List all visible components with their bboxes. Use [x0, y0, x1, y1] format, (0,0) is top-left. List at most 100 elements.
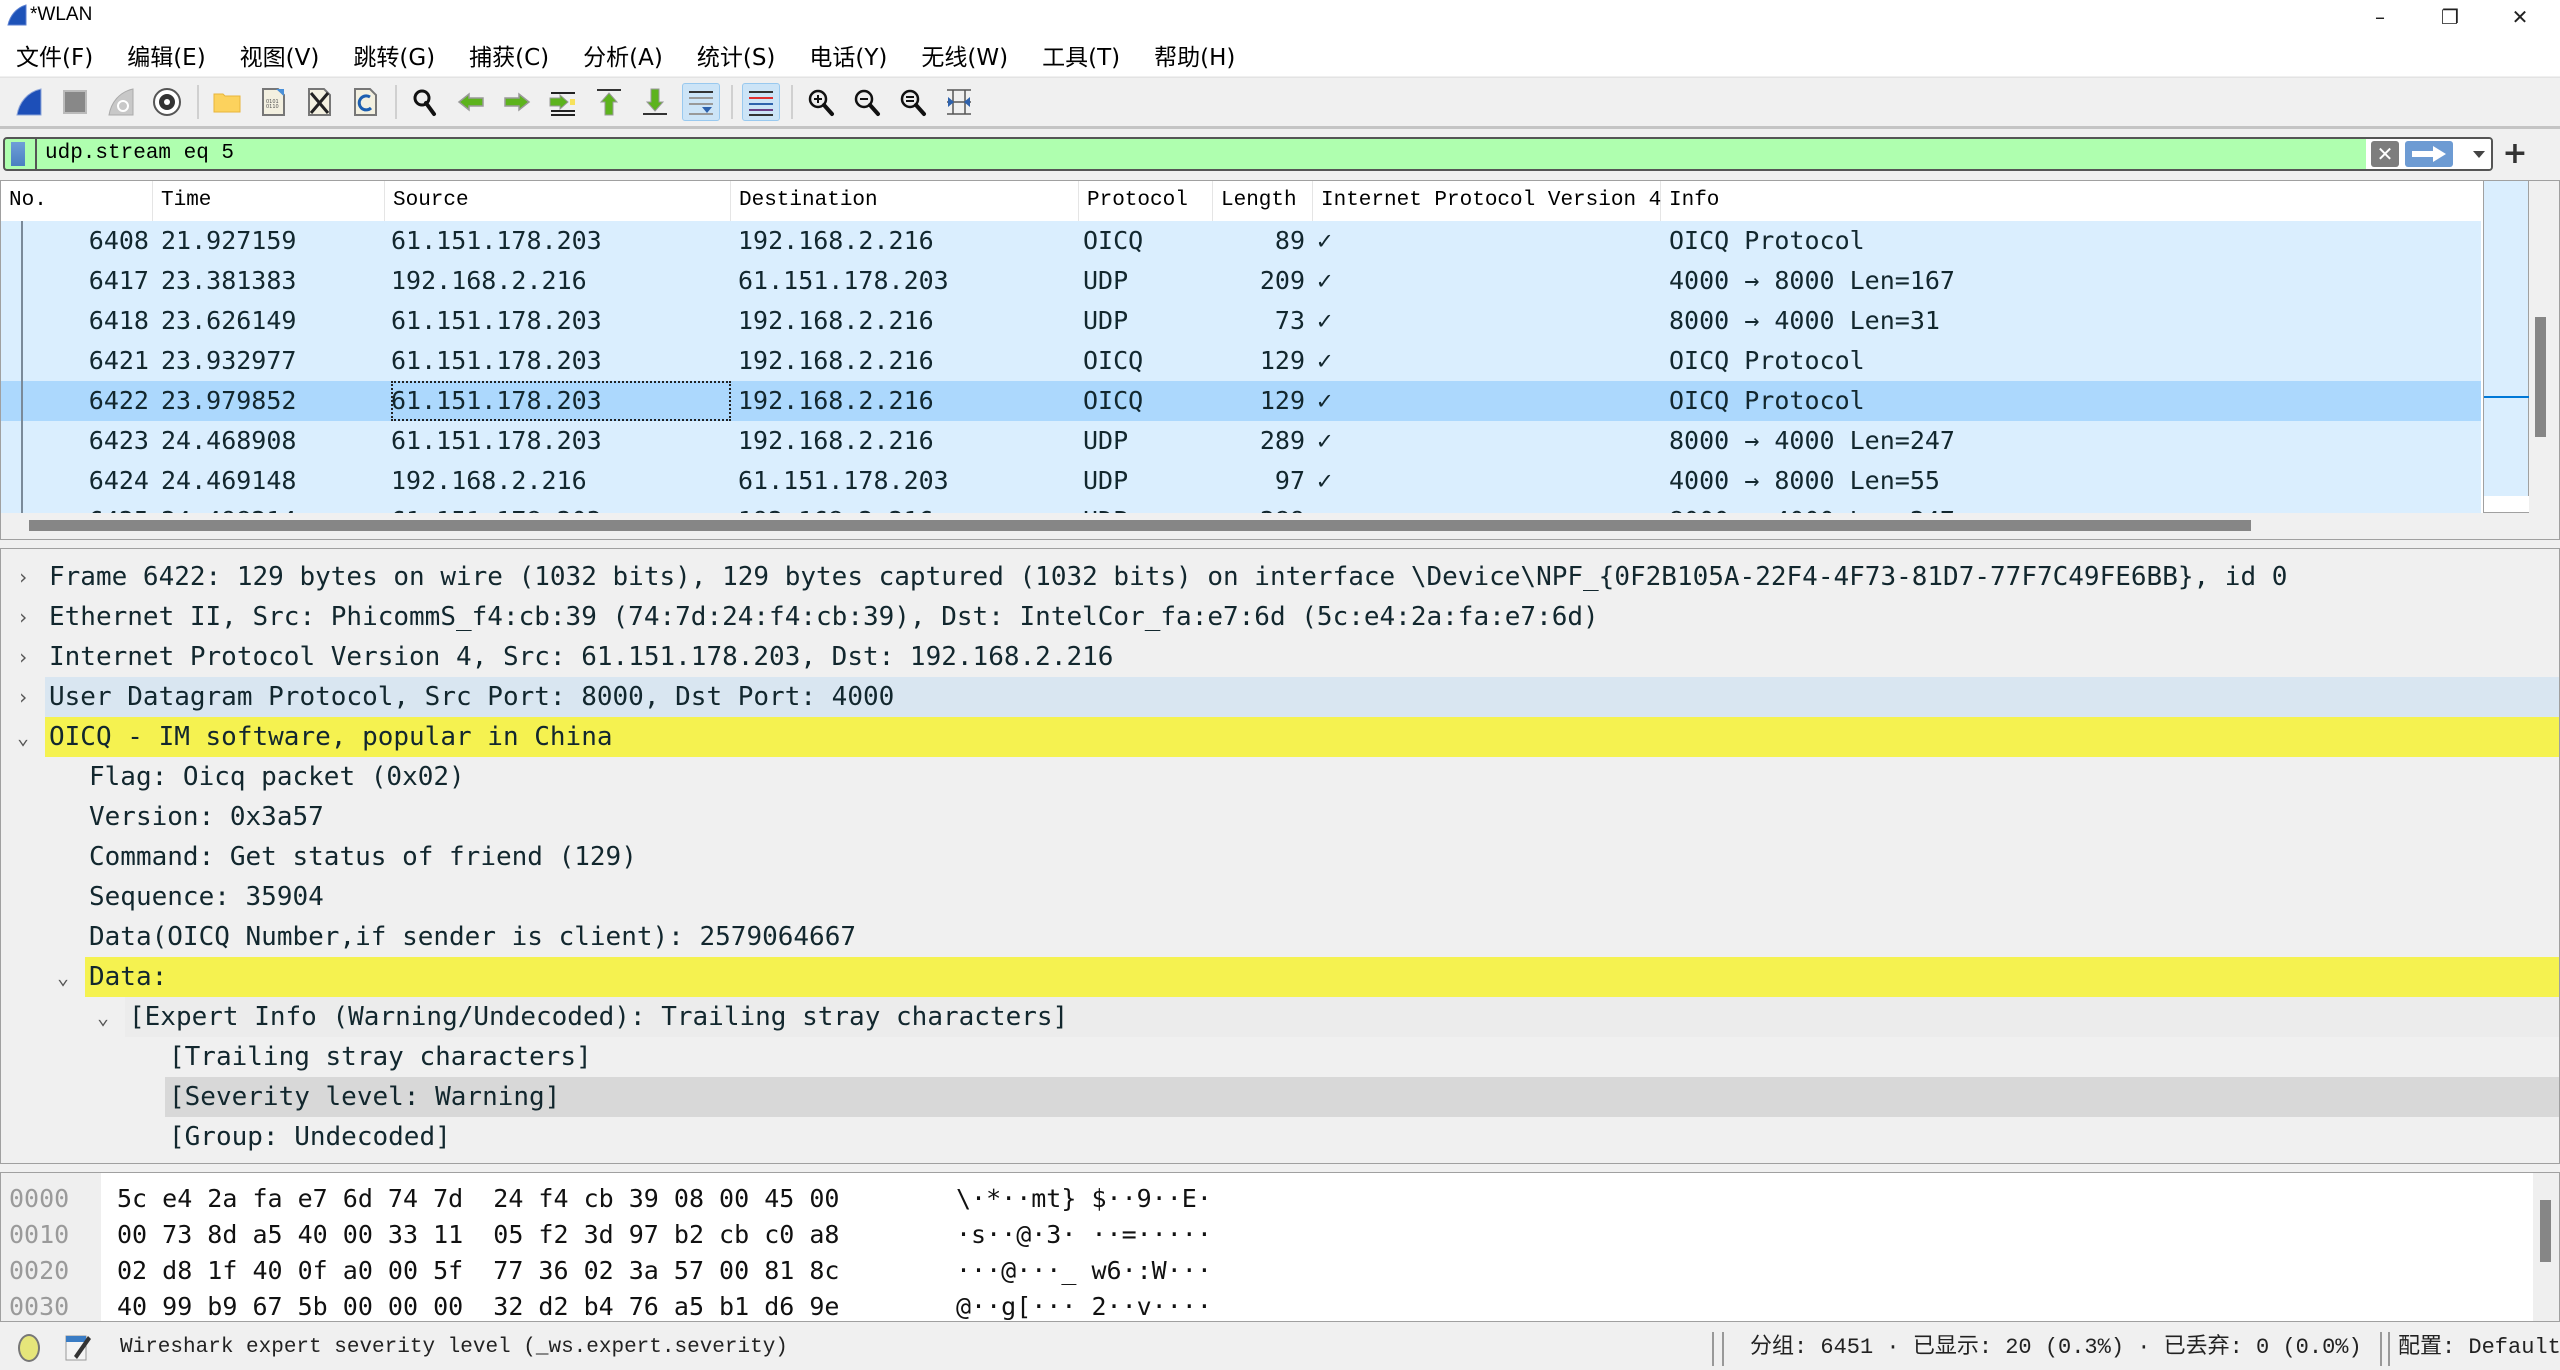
tree-item[interactable]: Flag: Oicq packet (0x02)	[1, 757, 2559, 797]
save-file-button[interactable]: 0101 0110	[254, 83, 292, 121]
chevron-down-icon[interactable]: ⌄	[13, 717, 33, 757]
close-button[interactable]: ✕	[2490, 0, 2550, 34]
filter-history-dropdown[interactable]	[2467, 141, 2491, 167]
byte-ascii-values[interactable]: @··g[··· 2··v····	[956, 1289, 1212, 1321]
tree-item[interactable]: ⌄ [Expert Info (Warning/Undecoded): Trail…	[1, 997, 2559, 1037]
byte-hex-values[interactable]: 40 99 b9 67 5b 00 00 00 32 d2 b4 76 a5 b…	[117, 1289, 839, 1321]
column-header-no[interactable]: No.	[1, 181, 153, 221]
bookmark-icon[interactable]	[11, 142, 25, 166]
tree-item[interactable]: [Trailing stray characters]	[1, 1037, 2559, 1077]
packet-row[interactable]: 6422 23.979852 61.151.178.203 192.168.2.216…	[1, 381, 2481, 421]
menu-go[interactable]: 跳转(G)	[353, 38, 435, 72]
stop-capture-button[interactable]	[56, 83, 94, 121]
column-header-source[interactable]: Source	[385, 181, 731, 221]
open-file-button[interactable]	[208, 83, 246, 121]
tree-item[interactable]: Data(OICQ Number,if sender is client): 2…	[1, 917, 2559, 957]
cell-length: 289	[1213, 501, 1305, 513]
tree-item[interactable]: › Internet Protocol Version 4, Src: 61.15…	[1, 637, 2559, 677]
restart-capture-button[interactable]	[102, 83, 140, 121]
last-packet-button[interactable]	[636, 83, 674, 121]
packet-list-vertical-scrollbar[interactable]	[2529, 181, 2559, 539]
menu-statistics[interactable]: 统计(S)	[697, 38, 776, 72]
menu-help[interactable]: 帮助(H)	[1154, 38, 1235, 72]
configuration-profile[interactable]: 配置: Default	[2398, 1326, 2560, 1370]
tree-item[interactable]: Version: 0x3a57	[1, 797, 2559, 837]
go-back-button[interactable]	[452, 83, 490, 121]
column-header-ipv4[interactable]: Internet Protocol Version 4	[1313, 181, 1661, 221]
bytes-vertical-scrollbar[interactable]	[2533, 1173, 2559, 1321]
clear-filter-button[interactable]: ✕	[2371, 141, 2399, 167]
column-header-info[interactable]: Info	[1661, 181, 2481, 221]
packet-row[interactable]: 6408 21.927159 61.151.178.203 192.168.2.216…	[1, 221, 2481, 261]
packet-list-body: 6408 21.927159 61.151.178.203 192.168.2.216…	[1, 221, 2481, 513]
chevron-right-icon[interactable]: ›	[13, 597, 33, 637]
packet-row[interactable]: 6421 23.932977 61.151.178.203 192.168.2.216…	[1, 341, 2481, 381]
column-header-length[interactable]: Length	[1213, 181, 1313, 221]
menu-wireless[interactable]: 无线(W)	[921, 38, 1008, 72]
zoom-reset-button[interactable]	[894, 83, 932, 121]
menu-analyze[interactable]: 分析(A)	[583, 38, 663, 72]
packet-row[interactable]: 6425 24.498214 61.151.178.203 192.168.2.216…	[1, 501, 2481, 513]
byte-hex-values[interactable]: 02 d8 1f 40 0f a0 00 5f 77 36 02 3a 57 0…	[117, 1253, 839, 1289]
zoom-out-button[interactable]	[848, 83, 886, 121]
start-capture-button[interactable]	[10, 83, 48, 121]
tree-item[interactable]: ⌄ Data:	[1, 957, 2559, 997]
byte-hex-values[interactable]: 5c e4 2a fa e7 6d 74 7d 24 f4 cb 39 08 0…	[117, 1181, 839, 1217]
column-header-time[interactable]: Time	[153, 181, 385, 221]
close-file-button[interactable]	[300, 83, 338, 121]
tree-item[interactable]: › Frame 6422: 129 bytes on wire (1032 bit…	[1, 557, 2559, 597]
find-packet-button[interactable]	[406, 83, 444, 121]
column-header-protocol[interactable]: Protocol	[1079, 181, 1213, 221]
resize-columns-button[interactable]	[940, 83, 978, 121]
chevron-down-icon[interactable]: ⌄	[93, 997, 113, 1037]
column-header-destination[interactable]: Destination	[731, 181, 1079, 221]
scrollbar-thumb[interactable]	[2535, 317, 2546, 437]
packet-minimap[interactable]	[2483, 181, 2530, 513]
zoom-in-button[interactable]	[802, 83, 840, 121]
packet-list-horizontal-scrollbar[interactable]	[1, 513, 2529, 539]
byte-ascii-values[interactable]: \·*··mt} $··9··E·	[956, 1181, 1212, 1217]
chevron-down-icon[interactable]: ⌄	[53, 957, 73, 997]
colorize-button[interactable]	[742, 83, 780, 121]
tree-item[interactable]: Sequence: 35904	[1, 877, 2559, 917]
chevron-right-icon[interactable]: ›	[13, 557, 33, 597]
display-filter-input[interactable]	[45, 139, 2345, 169]
capture-options-button[interactable]	[148, 83, 186, 121]
packet-row[interactable]: 6418 23.626149 61.151.178.203 192.168.2.216…	[1, 301, 2481, 341]
expert-info-indicator-icon[interactable]	[18, 1334, 40, 1362]
menu-edit[interactable]: 编辑(E)	[127, 38, 205, 72]
chevron-right-icon[interactable]: ›	[13, 637, 33, 677]
autoscroll-button[interactable]	[682, 83, 720, 121]
menu-view[interactable]: 视图(V)	[240, 38, 320, 72]
menu-capture[interactable]: 捕获(C)	[469, 38, 549, 72]
packet-row[interactable]: 6424 24.469148 192.168.2.216 61.151.178.203…	[1, 461, 2481, 501]
menu-tools[interactable]: 工具(T)	[1042, 38, 1120, 72]
go-forward-button[interactable]	[498, 83, 536, 121]
first-packet-button[interactable]	[590, 83, 628, 121]
tree-item[interactable]: [Severity level: Warning]	[1, 1077, 2559, 1117]
go-to-packet-button[interactable]	[544, 83, 582, 121]
cell-source: 61.151.178.203	[391, 381, 731, 421]
tree-item[interactable]: Command: Get status of friend (129)	[1, 837, 2559, 877]
scrollbar-thumb[interactable]	[2540, 1200, 2551, 1262]
menu-telephony[interactable]: 电话(Y)	[809, 38, 887, 72]
apply-filter-button[interactable]	[2405, 141, 2453, 167]
byte-ascii-values[interactable]: ···@···_ w6·:W···	[956, 1253, 1212, 1289]
byte-ascii-values[interactable]: ·s··@·3· ··=·····	[956, 1217, 1212, 1253]
maximize-button[interactable]: ❐	[2420, 0, 2480, 34]
tree-item[interactable]: › Ethernet II, Src: PhicommS_f4:cb:39 (74…	[1, 597, 2559, 637]
tree-item[interactable]: [Group: Undecoded]	[1, 1117, 2559, 1157]
packet-row[interactable]: 6423 24.468908 61.151.178.203 192.168.2.216…	[1, 421, 2481, 461]
packet-row[interactable]: 6417 23.381383 192.168.2.216 61.151.178.203…	[1, 261, 2481, 301]
reload-file-button[interactable]	[346, 83, 384, 121]
cell-source: 192.168.2.216	[391, 466, 587, 495]
capture-comment-icon[interactable]	[64, 1332, 92, 1362]
chevron-right-icon[interactable]: ›	[13, 677, 33, 717]
minimize-button[interactable]: –	[2350, 0, 2410, 34]
scrollbar-thumb[interactable]	[29, 520, 2251, 531]
tree-item[interactable]: › User Datagram Protocol, Src Port: 8000,…	[1, 677, 2559, 717]
menu-file[interactable]: 文件(F)	[16, 38, 93, 72]
byte-hex-values[interactable]: 00 73 8d a5 40 00 33 11 05 f2 3d 97 b2 c…	[117, 1217, 839, 1253]
add-filter-button[interactable]: +	[2500, 136, 2530, 171]
tree-item[interactable]: ⌄ OICQ - IM software, popular in China	[1, 717, 2559, 757]
